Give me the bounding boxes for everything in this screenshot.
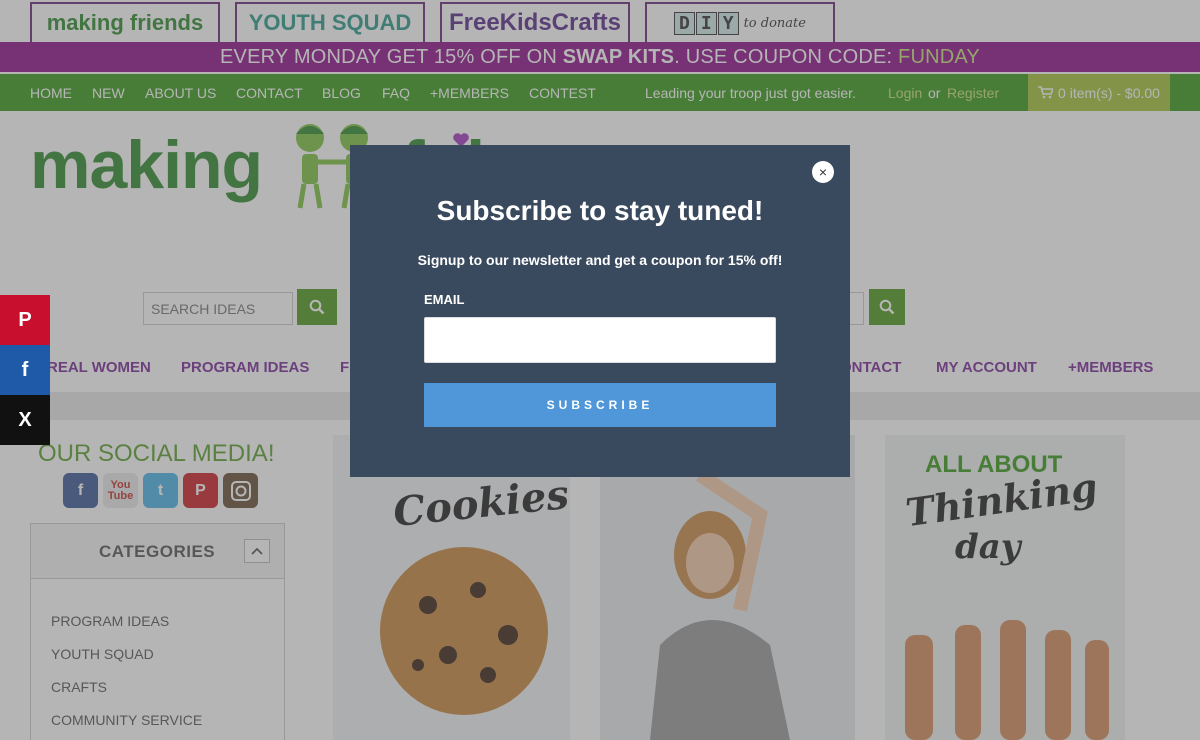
subscribe-modal: × Subscribe to stay tuned! Signup to our… <box>350 145 850 477</box>
share-sidebar: P f X <box>0 295 50 445</box>
close-icon: × <box>818 164 828 180</box>
modal-title: Subscribe to stay tuned! <box>436 195 764 226</box>
x-share-button[interactable]: X <box>0 395 50 445</box>
facebook-share-button[interactable]: f <box>0 345 50 395</box>
pinterest-icon: P <box>18 308 32 331</box>
email-label: EMAIL <box>424 292 465 307</box>
email-input[interactable] <box>424 317 776 363</box>
modal-close-button[interactable]: × <box>812 161 834 183</box>
pinterest-share-button[interactable]: P <box>0 295 50 345</box>
subscribe-button[interactable]: SUBSCRIBE <box>424 383 776 427</box>
modal-subtitle: Signup to our newsletter and get a coupo… <box>417 252 783 268</box>
x-icon: X <box>18 408 32 431</box>
facebook-icon: f <box>21 358 29 381</box>
